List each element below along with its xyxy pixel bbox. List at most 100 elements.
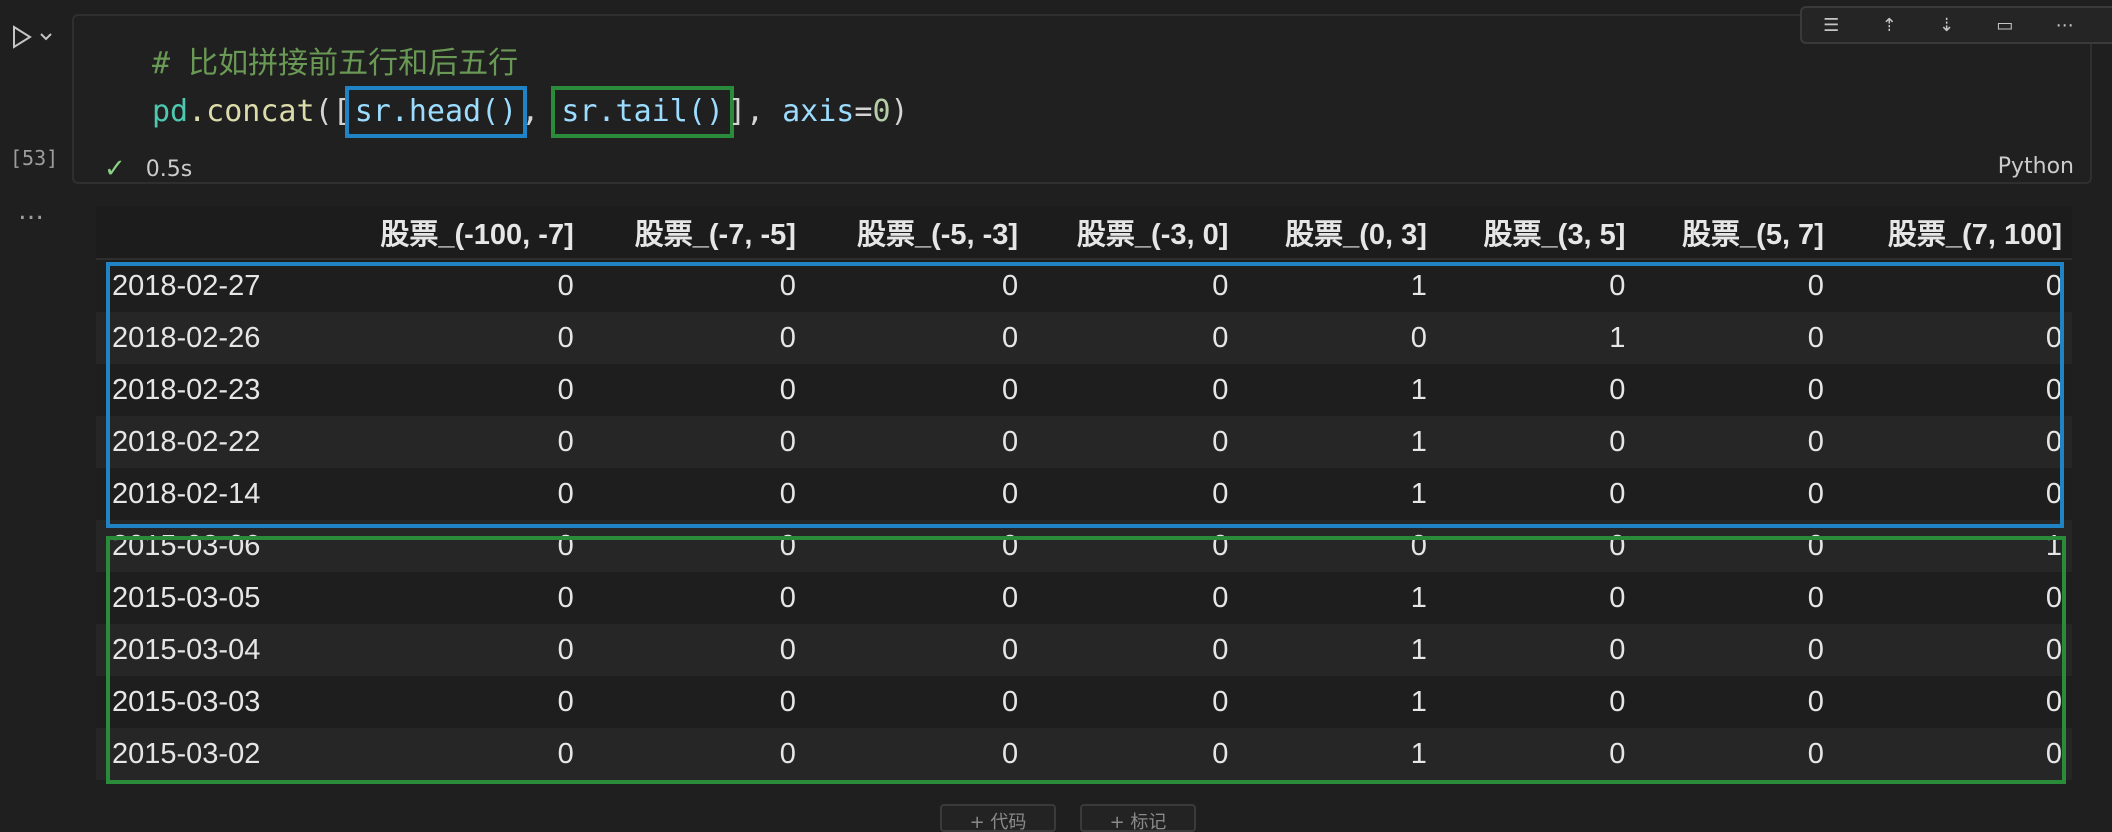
table-cell: 0 [1028, 520, 1239, 572]
table-cell: 0 [1436, 728, 1636, 780]
table-row: 2018-02-27 0 0 0 0 1 0 0 0 [96, 259, 2072, 312]
code-editor[interactable]: # 比如拼接前五行和后五行 pd.concat([sr.head(), sr.t… [152, 40, 909, 138]
table-cell: 0 [583, 520, 806, 572]
table-cell: 0 [322, 520, 584, 572]
table-cell: 0 [1238, 312, 1437, 364]
table-cell: 0 [322, 468, 584, 520]
table-cell: 0 [1436, 624, 1636, 676]
table-row: 2015-03-04 0 0 0 0 1 0 0 0 [96, 624, 2072, 676]
table-cell: 0 [1635, 468, 1834, 520]
table-cell: 0 [322, 312, 584, 364]
table-cell: 0 [1635, 624, 1834, 676]
execution-status: ✓ 0.5s [104, 154, 192, 184]
table-cell: 0 [805, 364, 1029, 416]
table-cell: 0 [1028, 728, 1239, 780]
table-cell: 0 [1635, 520, 1834, 572]
code-eq: = [854, 94, 873, 129]
table-cell: 0 [1635, 676, 1834, 728]
row-index: 2015-03-06 [96, 520, 322, 572]
table-header-row: 股票_(-100, -7] 股票_(-7, -5] 股票_(-5, -3] 股票_(-… [96, 206, 2072, 260]
table-cell: 0 [805, 520, 1029, 572]
table-cell: 0 [1833, 572, 2072, 624]
code-comment: # 比如拼接前五行和后五行 [152, 46, 519, 81]
table-cell: 0 [805, 468, 1029, 520]
table-cell: 0 [583, 468, 806, 520]
column-header: 股票_(5, 7] [1635, 206, 1834, 260]
language-indicator[interactable]: Python [1998, 154, 2074, 179]
table-cell: 0 [1833, 312, 2072, 364]
table-row: 2018-02-14 0 0 0 0 1 0 0 0 [96, 468, 2072, 520]
table-cell: 0 [583, 676, 806, 728]
execution-time: 0.5s [145, 156, 193, 182]
more-icon[interactable]: ⋯ [2056, 15, 2074, 36]
row-index: 2018-02-27 [96, 259, 322, 312]
table-cell: 1 [1238, 728, 1437, 780]
table-cell: 1 [1238, 624, 1437, 676]
run-cell-button[interactable] [10, 22, 54, 52]
table-cell: 0 [1436, 520, 1636, 572]
table-cell: 0 [805, 416, 1029, 468]
table-cell: 1 [1238, 676, 1437, 728]
code-cell[interactable]: ☰ ⇡ ⇣ ▭ ⋯ 🗑 # 比如拼接前五行和后五行 pd.concat([sr.… [72, 6, 2112, 184]
code-axis-kw: axis [782, 94, 855, 129]
add-code-button[interactable]: + 代码 [940, 804, 1056, 832]
run-by-line-icon[interactable]: ☰ [1823, 15, 1839, 36]
code-sep: , [521, 94, 558, 129]
table-row: 2018-02-23 0 0 0 0 1 0 0 0 [96, 364, 2072, 416]
table-cell: 0 [805, 312, 1029, 364]
row-index: 2015-03-05 [96, 572, 322, 624]
table-cell: 0 [322, 572, 584, 624]
table-cell: 0 [322, 416, 584, 468]
table-row: 2015-03-03 0 0 0 0 1 0 0 0 [96, 676, 2072, 728]
add-markdown-button[interactable]: + 标记 [1080, 804, 1196, 832]
split-cell-icon[interactable]: ▭ [1996, 15, 2013, 36]
table-cell: 0 [1028, 624, 1239, 676]
table-cell: 0 [583, 572, 806, 624]
table-cell: 1 [1238, 572, 1437, 624]
table-cell: 0 [1028, 364, 1239, 416]
table-cell: 0 [322, 728, 584, 780]
table-row: 2015-03-05 0 0 0 0 1 0 0 0 [96, 572, 2072, 624]
index-header [96, 206, 322, 260]
code-close-paren: ) [890, 94, 909, 129]
table-cell: 0 [1028, 468, 1239, 520]
table-cell: 0 [1833, 364, 2072, 416]
row-index: 2018-02-22 [96, 416, 322, 468]
chevron-down-icon[interactable] [38, 31, 54, 43]
table-cell: 0 [805, 624, 1029, 676]
column-header: 股票_(3, 5] [1436, 206, 1636, 260]
table-cell: 0 [322, 676, 584, 728]
code-pd: pd [152, 94, 189, 129]
output-more-icon[interactable]: … [18, 196, 45, 226]
table-cell: 0 [1635, 728, 1834, 780]
table-cell: 0 [1028, 259, 1239, 312]
cell-toolbar: ☰ ⇡ ⇣ ▭ ⋯ 🗑 [1800, 6, 2112, 44]
table-cell: 0 [805, 259, 1029, 312]
table-cell: 1 [1238, 468, 1437, 520]
table-row: 2018-02-22 0 0 0 0 1 0 0 0 [96, 416, 2072, 468]
code-concat: .concat [188, 94, 315, 129]
table-row: 2015-03-06 0 0 0 0 0 0 0 1 [96, 520, 2072, 572]
output-dataframe: 股票_(-100, -7] 股票_(-7, -5] 股票_(-5, -3] 股票_(-… [96, 206, 2072, 780]
table-cell: 1 [1238, 259, 1437, 312]
table-row: 2018-02-26 0 0 0 0 0 1 0 0 [96, 312, 2072, 364]
table-cell: 0 [1028, 676, 1239, 728]
table-cell: 1 [1238, 364, 1437, 416]
table-cell: 0 [1833, 728, 2072, 780]
table-cell: 0 [583, 728, 806, 780]
check-icon: ✓ [104, 154, 126, 184]
execute-above-icon[interactable]: ⇡ [1882, 15, 1897, 36]
table-cell: 0 [1635, 312, 1834, 364]
table-cell: 0 [1833, 624, 2072, 676]
row-index: 2018-02-26 [96, 312, 322, 364]
table-cell: 0 [1833, 468, 2072, 520]
column-header: 股票_(0, 3] [1238, 206, 1437, 260]
column-header: 股票_(7, 100] [1833, 206, 2072, 260]
execute-below-icon[interactable]: ⇣ [1939, 15, 1954, 36]
table-cell: 0 [1833, 416, 2072, 468]
table-cell: 0 [1436, 572, 1636, 624]
column-header: 股票_(-5, -3] [805, 206, 1029, 260]
table-cell: 0 [1028, 416, 1239, 468]
column-header: 股票_(-3, 0] [1028, 206, 1239, 260]
table-cell: 1 [1833, 520, 2072, 572]
